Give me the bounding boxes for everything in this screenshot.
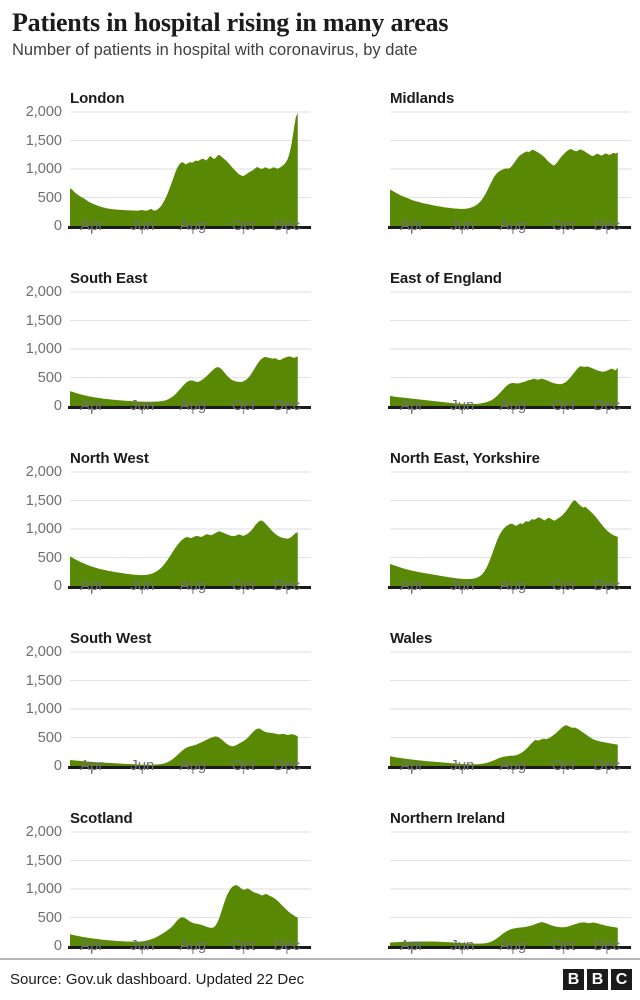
chart-panel-north-west: North West 0 500 1,000 1,500 2,000 Apr Jun Aug Oc… — [0, 442, 320, 622]
x-tick-label: Oct — [231, 577, 256, 594]
x-tick-label: Aug — [179, 757, 207, 774]
x-axis-labels: Apr Jun Aug Oct Dec — [0, 748, 320, 778]
bbc-logo-letter: C — [611, 969, 632, 990]
x-tick-label: Aug — [499, 577, 527, 594]
x-tick-label: Jun — [450, 757, 475, 774]
x-tick-label: Oct — [551, 217, 576, 234]
x-tick-label: Aug — [179, 397, 207, 414]
x-tick-label: Jun — [450, 577, 475, 594]
x-axis-labels: Apr Jun Aug Oct Dec — [320, 388, 640, 418]
bbc-logo-letter: B — [563, 969, 584, 990]
x-tick-label: Apr — [80, 757, 104, 774]
chart-panel-london: London 0 500 1,000 1,500 2,000 Apr Jun Aug Oct Dec — [0, 82, 320, 262]
chart-panel-northern-ireland: Northern Ireland Apr Jun Aug Oct Dec — [320, 802, 640, 982]
x-tick-label: Oct — [551, 757, 576, 774]
x-axis-labels: Apr Jun Aug Oct Dec — [320, 208, 640, 238]
page-title: Patients in hospital rising in many area… — [12, 8, 449, 37]
chart-panel-wales: Wales Apr Jun Aug Oct Dec — [320, 622, 640, 802]
panel-title: Wales — [390, 630, 433, 647]
x-axis-labels: Apr Jun Aug Oct Dec — [320, 928, 640, 958]
x-tick-label: Jun — [450, 217, 475, 234]
panel-title: London — [70, 90, 125, 107]
panel-title: Scotland — [70, 810, 133, 827]
chart-panel-midlands: Midlands Apr Jun Aug Oct Dec — [320, 82, 640, 262]
chart-page: Patients in hospital rising in many area… — [0, 0, 640, 1000]
chart-panel-east-of-england: East of England Apr Jun Aug Oct Dec — [320, 262, 640, 442]
panel-title: East of England — [390, 270, 502, 287]
x-tick-label: Apr — [80, 397, 104, 414]
x-tick-label: Apr — [80, 217, 104, 234]
source-note: Source: Gov.uk dashboard. Updated 22 Dec — [10, 971, 305, 988]
x-axis-labels: Apr Jun Aug Oct Dec — [0, 568, 320, 598]
panel-title: South East — [70, 270, 148, 287]
x-tick-label: Oct — [551, 577, 576, 594]
panel-title: Midlands — [390, 90, 455, 107]
x-tick-label: Apr — [400, 577, 424, 594]
x-tick-label: Aug — [499, 397, 527, 414]
x-tick-label: Aug — [179, 577, 207, 594]
x-tick-label: Jun — [130, 577, 155, 594]
x-tick-label: Dec — [273, 397, 301, 414]
x-tick-label: Apr — [400, 217, 424, 234]
x-tick-label: Dec — [593, 577, 621, 594]
x-tick-label: Dec — [593, 397, 621, 414]
x-tick-label: Dec — [273, 757, 301, 774]
x-tick-label: Oct — [231, 757, 256, 774]
x-tick-label: Oct — [231, 937, 256, 954]
panel-grid: London 0 500 1,000 1,500 2,000 Apr Jun Aug Oct Dec… — [0, 82, 640, 982]
x-tick-label: Dec — [273, 217, 301, 234]
x-tick-label: Dec — [593, 937, 621, 954]
panel-title: Northern Ireland — [390, 810, 506, 827]
x-tick-label: Dec — [593, 217, 621, 234]
x-tick-label: Dec — [593, 757, 621, 774]
x-tick-label: Oct — [231, 397, 256, 414]
panel-title: South West — [70, 630, 152, 647]
x-axis-labels: Apr Jun Aug Oct Dec — [0, 208, 320, 238]
bbc-logo-letter: B — [587, 969, 608, 990]
x-tick-label: Jun — [130, 397, 155, 414]
chart-panel-north-east-yorkshire: North East, Yorkshire Apr Jun Aug Oct Dec — [320, 442, 640, 622]
x-tick-label: Jun — [450, 397, 475, 414]
x-tick-label: Aug — [499, 757, 527, 774]
x-tick-label: Aug — [499, 217, 527, 234]
x-tick-label: Aug — [499, 937, 527, 954]
x-axis-labels: Apr Jun Aug Oct Dec — [320, 748, 640, 778]
x-tick-label: Apr — [80, 577, 104, 594]
page-subtitle: Number of patients in hospital with coro… — [12, 41, 418, 59]
x-tick-label: Jun — [130, 937, 155, 954]
x-tick-label: Oct — [551, 397, 576, 414]
x-axis-labels: Apr Jun Aug Oct Dec — [0, 928, 320, 958]
x-axis-labels: Apr Jun Aug Oct Dec — [320, 568, 640, 598]
x-tick-label: Aug — [179, 217, 207, 234]
x-tick-label: Aug — [179, 937, 207, 954]
bbc-logo: B B C — [563, 969, 632, 990]
x-tick-label: Oct — [231, 217, 256, 234]
x-tick-label: Jun — [130, 217, 155, 234]
x-tick-label: Apr — [400, 757, 424, 774]
x-tick-label: Jun — [130, 757, 155, 774]
chart-panel-south-east: South East 0 500 1,000 1,500 2,000 Apr Jun Aug Oc… — [0, 262, 320, 442]
chart-panel-scotland: Scotland 0 500 1,000 1,500 2,000 Apr Jun Aug Oct D… — [0, 802, 320, 982]
panel-title: North East, Yorkshire — [390, 450, 540, 467]
panel-title: North West — [70, 450, 149, 467]
chart-panel-south-west: South West 0 500 1,000 1,500 2,000 Apr Jun Aug Oc… — [0, 622, 320, 802]
chart-header: Patients in hospital rising in many area… — [0, 0, 640, 61]
x-axis-labels: Apr Jun Aug Oct Dec — [0, 388, 320, 418]
x-tick-label: Dec — [273, 937, 301, 954]
x-tick-label: Apr — [400, 937, 424, 954]
chart-footer: Source: Gov.uk dashboard. Updated 22 Dec… — [0, 958, 640, 1000]
x-tick-label: Oct — [551, 937, 576, 954]
x-tick-label: Jun — [450, 937, 475, 954]
x-tick-label: Dec — [273, 577, 301, 594]
x-tick-label: Apr — [400, 397, 424, 414]
x-tick-label: Apr — [80, 937, 104, 954]
